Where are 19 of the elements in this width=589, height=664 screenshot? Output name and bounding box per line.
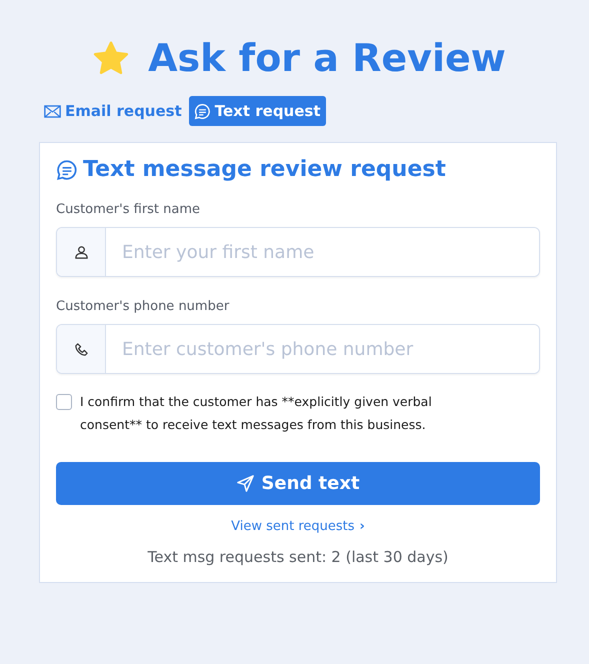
person-icon — [74, 244, 88, 260]
consent-text: I confirm that the customer has **explicitly given verbal consent** to receive text messages from this business. — [80, 393, 433, 434]
envelope-icon — [44, 102, 61, 120]
checkbox[interactable] — [56, 394, 72, 410]
chat-bubble-icon — [56, 158, 78, 180]
paper-plane-icon — [236, 474, 256, 493]
tab[interactable]: Text request — [188, 96, 326, 126]
page-title: Ask for a Review — [148, 36, 506, 80]
view-sent-link[interactable]: View sent requests › — [231, 519, 365, 534]
tab[interactable]: Email request — [42, 96, 184, 126]
field-label: Customer's phone number — [56, 299, 230, 314]
form-heading: Text message review request — [83, 157, 446, 182]
requests-count: Text msg requests sent: 2 (last 30 days) — [146, 548, 450, 566]
field-label: Customer's first name — [56, 202, 202, 217]
input-field[interactable]: Enter your first name — [56, 227, 540, 277]
chat-bubble-icon — [194, 102, 211, 120]
send-button[interactable]: Send text — [56, 462, 540, 505]
input-field[interactable]: Enter customer's phone number — [56, 324, 540, 374]
phone-icon — [74, 342, 88, 356]
